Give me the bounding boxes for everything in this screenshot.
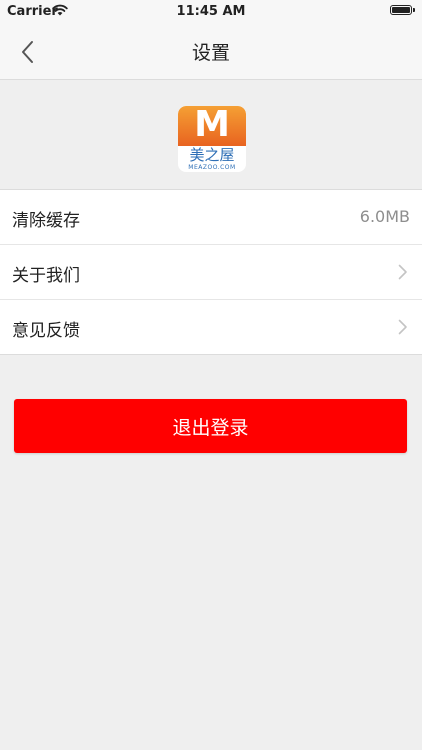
chevron-right-icon [398, 264, 407, 280]
about-us-label: 关于我们 [12, 266, 80, 286]
app-logo: M 美之屋 MEAZOO.COM [178, 106, 246, 172]
logo-area: M 美之屋 MEAZOO.COM [0, 80, 422, 189]
logout-button[interactable]: 退出登录 [14, 399, 407, 453]
clear-cache-label: 清除缓存 [12, 211, 80, 231]
logo-badge: M [178, 106, 246, 146]
cache-size-value: 6.0MB [359, 207, 410, 226]
status-time: 11:45 AM [176, 4, 246, 19]
clear-cache-row[interactable]: 清除缓存 6.0MB [0, 190, 422, 245]
page-title: 设置 [191, 42, 230, 64]
battery-icon [390, 5, 415, 15]
nav-bar: 设置 [0, 22, 422, 80]
feedback-row[interactable]: 意见反馈 [0, 300, 422, 354]
battery-level [392, 7, 410, 13]
settings-list: 清除缓存 6.0MB 关于我们 意见反馈 [0, 189, 422, 355]
logo-name-cn: 美之屋 [189, 146, 235, 164]
logo-name-en: MEAZOO.COM [188, 164, 236, 171]
about-us-row[interactable]: 关于我们 [0, 245, 422, 300]
logo-letter: M [194, 106, 230, 145]
feedback-label: 意见反馈 [12, 321, 80, 341]
chevron-right-icon [398, 319, 407, 335]
status-bar: Carrier 11:45 AM [0, 0, 422, 22]
